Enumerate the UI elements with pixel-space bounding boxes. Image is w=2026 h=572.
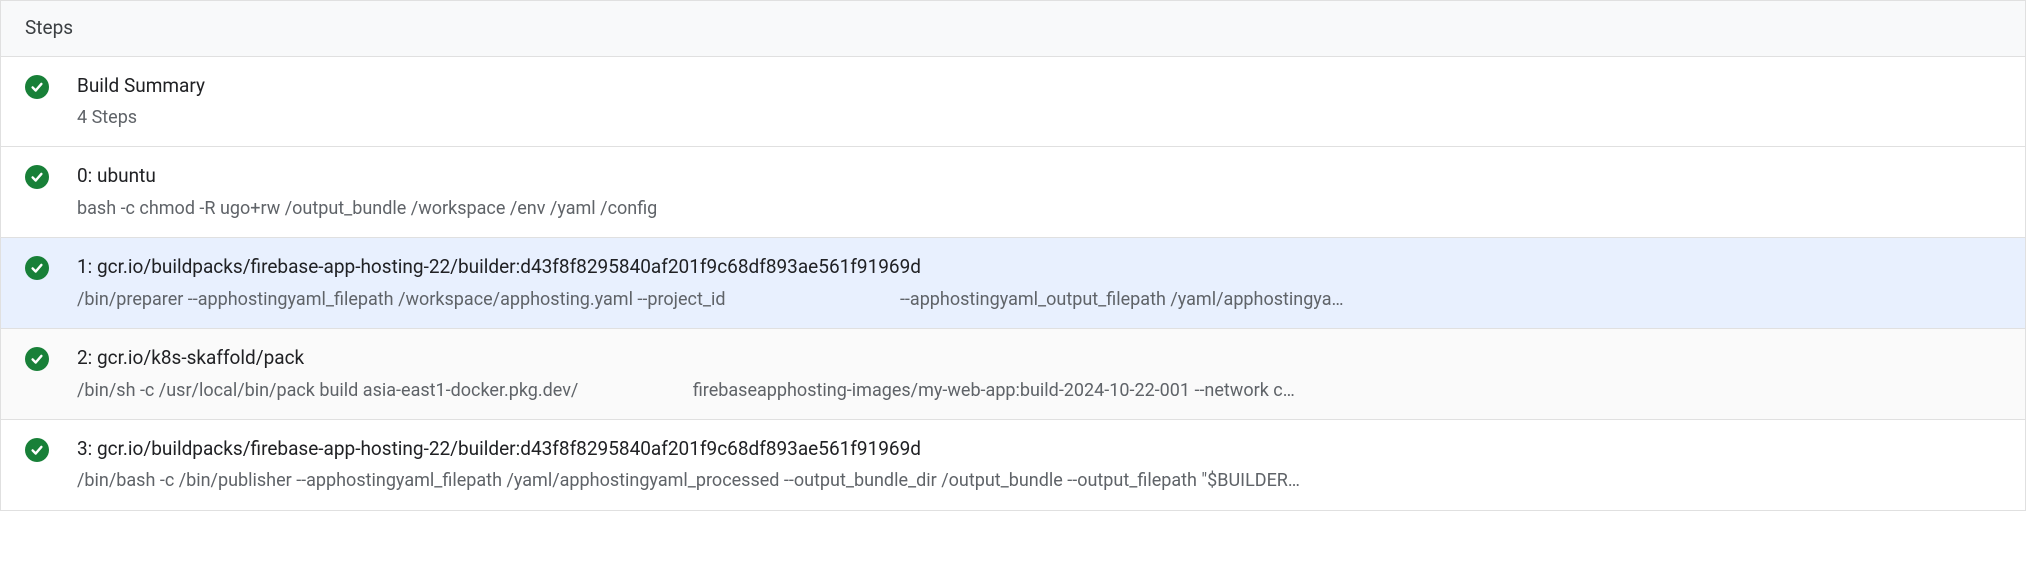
step-command: /bin/preparer --apphostingyaml_filepath … — [77, 287, 2001, 312]
success-check-icon — [25, 438, 49, 462]
step-content: 3: gcr.io/buildpacks/firebase-app-hostin… — [77, 436, 2001, 494]
summary-subtitle: 4 Steps — [77, 105, 2001, 130]
status-icon-col — [25, 345, 77, 371]
step-title: 3: gcr.io/buildpacks/firebase-app-hostin… — [77, 436, 2001, 463]
step-command-seg-a: /bin/preparer --apphostingyaml_filepath … — [77, 287, 725, 312]
step-command-seg-a: /bin/sh -c /usr/local/bin/pack build asi… — [77, 378, 578, 403]
step-content: 0: ubuntu bash -c chmod -R ugo+rw /outpu… — [77, 163, 2001, 221]
step-title: 2: gcr.io/k8s-skaffold/pack — [77, 345, 2001, 372]
step-row-1[interactable]: 1: gcr.io/buildpacks/firebase-app-hostin… — [1, 238, 2025, 329]
success-check-icon — [25, 75, 49, 99]
steps-panel: Steps Build Summary 4 Steps 0: ubuntu ba… — [0, 0, 2026, 511]
step-row-0[interactable]: 0: ubuntu bash -c chmod -R ugo+rw /outpu… — [1, 147, 2025, 238]
steps-header-title: Steps — [25, 16, 73, 39]
step-command: /bin/sh -c /usr/local/bin/pack build asi… — [77, 378, 2001, 403]
step-content: 1: gcr.io/buildpacks/firebase-app-hostin… — [77, 254, 2001, 312]
status-icon-col — [25, 73, 77, 99]
status-icon-col — [25, 436, 77, 462]
step-command-seg-b: --apphostingyaml_output_filepath /yaml/a… — [900, 287, 1344, 312]
success-check-icon — [25, 165, 49, 189]
step-title: 0: ubuntu — [77, 163, 2001, 190]
success-check-icon — [25, 256, 49, 280]
build-summary-row[interactable]: Build Summary 4 Steps — [1, 57, 2025, 148]
step-title: 1: gcr.io/buildpacks/firebase-app-hostin… — [77, 254, 2001, 281]
step-content: 2: gcr.io/k8s-skaffold/pack /bin/sh -c /… — [77, 345, 2001, 403]
summary-content: Build Summary 4 Steps — [77, 73, 2001, 131]
step-command: /bin/bash -c /bin/publisher --apphosting… — [77, 468, 2001, 493]
step-row-2[interactable]: 2: gcr.io/k8s-skaffold/pack /bin/sh -c /… — [1, 329, 2025, 420]
success-check-icon — [25, 347, 49, 371]
status-icon-col — [25, 163, 77, 189]
step-command: bash -c chmod -R ugo+rw /output_bundle /… — [77, 196, 2001, 221]
step-row-3[interactable]: 3: gcr.io/buildpacks/firebase-app-hostin… — [1, 420, 2025, 510]
step-command-seg-b: firebaseapphosting-images/my-web-app:bui… — [693, 378, 1295, 403]
summary-title: Build Summary — [77, 73, 2001, 100]
status-icon-col — [25, 254, 77, 280]
steps-header: Steps — [1, 1, 2025, 57]
